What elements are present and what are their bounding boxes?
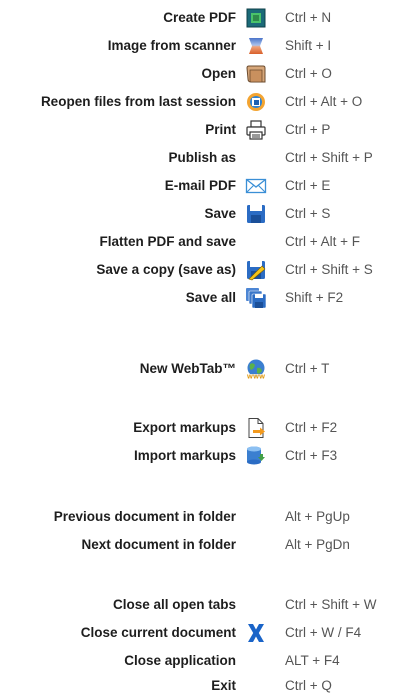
menu-item-save[interactable]: Save Ctrl + S <box>0 201 397 227</box>
save-disk-icon <box>245 203 267 225</box>
menu-item-next-document[interactable]: Next document in folder Alt + PgDn <box>0 532 397 558</box>
shortcut-text: Ctrl + Q <box>285 678 332 693</box>
menu-item-label: Print <box>205 122 236 137</box>
menu-item-new-webtab[interactable]: New WebTab™ WWW Ctrl + T <box>0 356 397 382</box>
menu-item-label: Save all <box>185 290 236 305</box>
shortcut-text: Ctrl + S <box>285 206 331 221</box>
menu-item-label: Create PDF <box>163 10 236 25</box>
menu-item-label: E-mail PDF <box>164 178 236 193</box>
svg-text:WWW: WWW <box>247 375 265 381</box>
shortcut-text: Ctrl + O <box>285 66 332 81</box>
menu-item-export-markups[interactable]: Export markups Ctrl + F2 <box>0 415 397 441</box>
menu-item-label: Export markups <box>133 420 236 435</box>
shortcut-text: Ctrl + Alt + O <box>285 94 363 109</box>
save-all-icon <box>245 287 267 309</box>
shortcut-text: ALT + F4 <box>285 653 340 668</box>
create-pdf-icon <box>245 7 267 29</box>
shortcut-text: Shift + I <box>285 38 332 53</box>
shortcut-text: Alt + PgUp <box>285 509 350 524</box>
menu-item-label: Previous document in folder <box>53 509 236 524</box>
shortcut-text: Ctrl + Shift + S <box>285 262 373 277</box>
menu-item-label: Exit <box>211 678 236 693</box>
folder-open-icon <box>245 63 267 85</box>
menu-item-publish-as[interactable]: Publish as Ctrl + Shift + P <box>0 145 397 171</box>
shortcut-text: Ctrl + F2 <box>285 420 338 435</box>
menu-item-reopen-files[interactable]: Reopen files from last session Ctrl + Al… <box>0 89 397 115</box>
menu-item-print[interactable]: Print Ctrl + P <box>0 117 397 143</box>
menu-item-label: Publish as <box>168 150 236 165</box>
menu-item-label: Image from scanner <box>107 38 236 53</box>
scanner-icon <box>245 35 267 57</box>
menu-item-label: Close application <box>124 653 236 668</box>
menu-item-import-markups[interactable]: Import markups Ctrl + F3 <box>0 443 397 469</box>
menu-item-close-application[interactable]: Close application ALT + F4 <box>0 648 397 674</box>
menu-item-save-a-copy[interactable]: Save a copy (save as) Ctrl + Shift + S <box>0 257 397 283</box>
shortcut-text: Ctrl + F3 <box>285 448 338 463</box>
import-markups-icon <box>245 445 267 467</box>
shortcut-text: Alt + PgDn <box>285 537 350 552</box>
save-as-icon <box>245 259 267 281</box>
menu-item-label: Save a copy (save as) <box>96 262 236 277</box>
shortcut-text: Ctrl + P <box>285 122 331 137</box>
menu-item-label: Close current document <box>80 625 236 640</box>
menu-item-label: Flatten PDF and save <box>99 234 236 249</box>
shortcut-text: Ctrl + Shift + P <box>285 150 373 165</box>
menu-item-flatten-pdf-and-save[interactable]: Flatten PDF and save Ctrl + Alt + F <box>0 229 397 255</box>
envelope-icon <box>245 175 267 197</box>
shortcut-text: Ctrl + Alt + F <box>285 234 361 249</box>
close-x-icon <box>245 622 267 644</box>
menu-item-label: Open <box>201 66 236 81</box>
menu-item-previous-document[interactable]: Previous document in folder Alt + PgUp <box>0 504 397 530</box>
shortcut-text: Ctrl + E <box>285 178 331 193</box>
printer-icon <box>245 119 267 141</box>
shortcut-text: Ctrl + Shift + W <box>285 597 377 612</box>
menu-item-open[interactable]: Open Ctrl + O <box>0 61 397 87</box>
menu-item-label: New WebTab™ <box>139 361 236 376</box>
shortcut-text: Shift + F2 <box>285 290 344 305</box>
menu-item-label: Reopen files from last session <box>40 94 236 109</box>
menu-item-create-pdf[interactable]: Create PDF Ctrl + N <box>0 5 397 31</box>
menu-item-label: Import markups <box>133 448 236 463</box>
globe-www-icon: WWW <box>245 358 267 380</box>
menu-item-email-pdf[interactable]: E-mail PDF Ctrl + E <box>0 173 397 199</box>
menu-item-label: Close all open tabs <box>112 597 236 612</box>
shortcut-text: Ctrl + W / F4 <box>285 625 362 640</box>
reopen-session-icon <box>245 91 267 113</box>
shortcut-text: Ctrl + T <box>285 361 330 376</box>
menu-item-close-all-tabs[interactable]: Close all open tabs Ctrl + Shift + W <box>0 592 397 618</box>
menu-item-close-current-document[interactable]: Close current document Ctrl + W / F4 <box>0 620 397 646</box>
shortcut-text: Ctrl + N <box>285 10 332 25</box>
shortcut-menu: { "items": [ {"label": "Create PDF", "sh… <box>0 0 397 699</box>
export-markups-icon <box>245 417 267 439</box>
menu-item-label: Save <box>204 206 236 221</box>
menu-item-save-all[interactable]: Save all Shift + F2 <box>0 285 397 311</box>
menu-item-label: Next document in folder <box>81 537 236 552</box>
menu-item-exit[interactable]: Exit Ctrl + Q <box>0 673 397 699</box>
menu-item-image-from-scanner[interactable]: Image from scanner Shift + I <box>0 33 397 59</box>
